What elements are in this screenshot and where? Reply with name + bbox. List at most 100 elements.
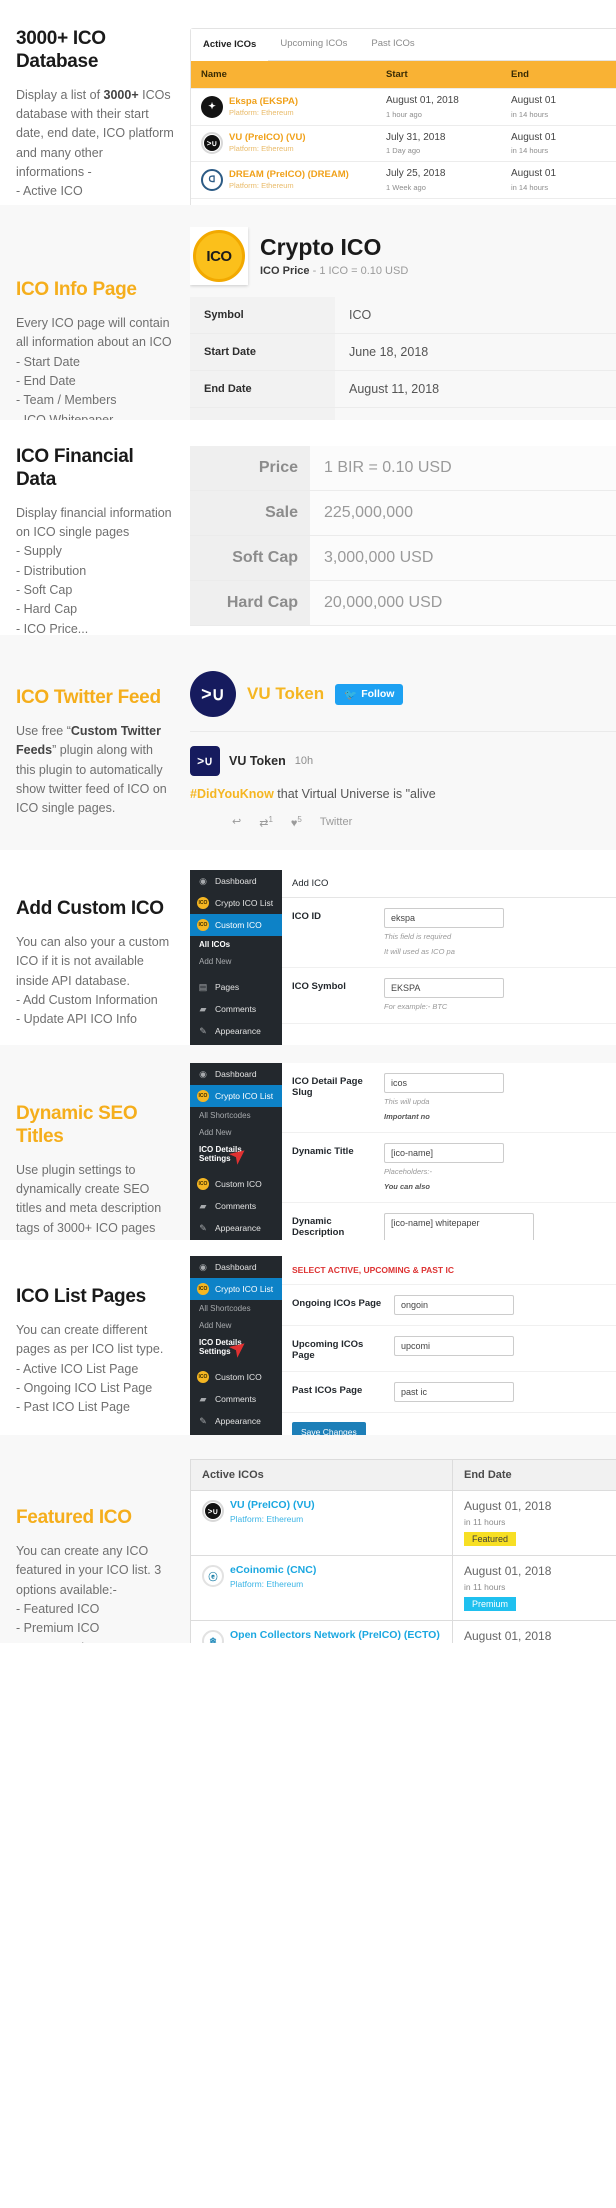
table-header-row: Name Start End: [191, 61, 616, 89]
retweet-action[interactable]: ⇄1: [259, 815, 273, 830]
field-label: ICO ID: [292, 911, 322, 922]
coin-name[interactable]: VU (PreICO) (VU): [230, 1499, 315, 1512]
table-row[interactable]: ᗡ DREAM (PreICO) (DREAM) Platform: Ethereu…: [191, 161, 616, 198]
twitter-hashtag[interactable]: #DidYouKnow: [190, 787, 274, 801]
sidebar-item-label: Appearance: [215, 1416, 261, 1426]
sidebar-item-comments[interactable]: ▰ Comments: [190, 1388, 282, 1410]
sidebar-item-label: Appearance: [215, 1223, 261, 1233]
coin-name[interactable]: Open Collectors Network (PreICO) (ECTO): [230, 1629, 440, 1642]
section-ico-info-page: ICO Info Page Every ICO page will contai…: [0, 205, 616, 420]
sidebar-item-crypto-ico-list[interactable]: ICO Crypto ICO List: [190, 1278, 282, 1300]
sidebar-item-label: Comments: [215, 1201, 257, 1211]
sidebar-item-appearance[interactable]: ✎ Appearance: [190, 1410, 282, 1432]
sidebar-item-label: Crypto ICO List: [215, 1091, 274, 1101]
field-hint-2: You can also: [384, 1182, 610, 1193]
save-changes-button[interactable]: Save Changes: [292, 1422, 366, 1435]
sidebar-subitem-all-icos[interactable]: All ICOs: [190, 936, 282, 953]
sidebar-subitem-add-new[interactable]: Add New: [190, 1124, 282, 1141]
dynamic-title-input[interactable]: [ico-name]: [384, 1143, 504, 1163]
list-pages-text-column: ICO List Pages You can create different …: [0, 1256, 190, 1418]
start-relative: 1 Week ago: [386, 182, 426, 192]
ico-badge-icon: ICO: [197, 897, 209, 909]
dashboard-icon: ◉: [199, 1068, 207, 1079]
featured-text-column: Featured ICO You can create any ICO feat…: [0, 1459, 190, 1643]
sidebar-item-dashboard[interactable]: ◉ Dashboard: [190, 870, 282, 892]
red-arrow-icon: ➤: [225, 1335, 251, 1362]
financial-value: 1 BIR = 0.10 USD: [310, 446, 616, 491]
coin-name[interactable]: DREAM (PreICO) (DREAM): [229, 169, 349, 181]
ico-symbol-input[interactable]: EKSPA: [384, 978, 504, 998]
sidebar-item-crypto-ico-list[interactable]: ICO Crypto ICO List: [190, 1085, 282, 1107]
column-end-date: End Date: [452, 1459, 616, 1491]
ico-logo-text: ICO: [193, 230, 245, 282]
sidebar-item-crypto-ico-list[interactable]: ICO Crypto ICO List: [190, 892, 282, 914]
field-label: Upcoming ICOs Page: [292, 1339, 364, 1361]
upcoming-icos-page-select[interactable]: upcomi: [394, 1336, 514, 1356]
table-row[interactable]: ✦ Ekspa (EKSPA) Platform: Ethereum August …: [191, 88, 616, 125]
wp-content-panel: Add ICO ICO ID ekspa This field is requi…: [282, 870, 616, 1045]
dynamic-description-input[interactable]: [ico-name] whitepaper: [384, 1213, 534, 1240]
like-action[interactable]: ♥5: [291, 815, 302, 830]
wp-sidebar: ◉ Dashboard ICO Crypto ICO List All Shortc…: [190, 1063, 282, 1240]
wp-sidebar: ◉ Dashboard ICO Crypto ICO List All Shortc…: [190, 1256, 282, 1435]
vu-token-avatar-icon: >∪: [190, 671, 236, 717]
table-row[interactable]: >∪ VU (PreICO) (VU) Platform: Ethereum Aug…: [190, 1490, 616, 1556]
sidebar-item-appearance[interactable]: ✎ Appearance: [190, 1020, 282, 1042]
tab-active-icos[interactable]: Active ICOs: [191, 30, 269, 61]
sidebar-item-comments[interactable]: ▰ Comments: [190, 1195, 282, 1217]
sidebar-subitem-ico-details-settings[interactable]: ICO Details Settings➤: [190, 1141, 282, 1168]
twitter-post-user[interactable]: VU Token: [229, 754, 286, 768]
sidebar-item-dashboard[interactable]: ◉ Dashboard: [190, 1256, 282, 1278]
vu-logo-icon: >∪: [202, 1500, 224, 1523]
desc-pre: Use free “: [16, 723, 71, 738]
coin-name[interactable]: Ekspa (EKSPA): [229, 96, 298, 108]
add-custom-text-column: Add Custom ICO You can also your a custo…: [0, 870, 190, 1030]
end-relative: in 11 hours: [464, 1582, 506, 1592]
past-icos-page-select[interactable]: past ic: [394, 1382, 514, 1402]
table-row[interactable]: SSquarex (PreICO) (SQEX)Platform: Ethere…: [191, 197, 616, 205]
ico-detail-page-slug-input[interactable]: icos: [384, 1073, 504, 1093]
table-row[interactable]: ❄ Open Collectors Network (PreICO) (ECTO)…: [190, 1620, 616, 1643]
ongoing-icos-page-select[interactable]: ongoin: [394, 1295, 514, 1315]
twitter-account-name[interactable]: VU Token: [247, 684, 324, 704]
sidebar-subitem-add-new[interactable]: Add New: [190, 1317, 282, 1334]
table-row[interactable]: >∪ VU (PreICO) (VU) Platform: Ethereum Jul…: [191, 124, 616, 162]
sidebar-item-dashboard[interactable]: ◉ Dashboard: [190, 1063, 282, 1085]
sidebar-item-appearance[interactable]: ✎ Appearance: [190, 1217, 282, 1239]
ekspa-logo-icon: ✦: [201, 95, 223, 118]
sidebar-item-comments[interactable]: ▰ Comments: [190, 998, 282, 1020]
sidebar-item-custom-ico[interactable]: ICO Custom ICO: [190, 914, 282, 936]
coin-name[interactable]: eCoinomic (CNC): [230, 1564, 316, 1577]
seo-preview-column: ◉ Dashboard ICO Crypto ICO List All Shortc…: [190, 1063, 616, 1240]
spec-label: Platform: [190, 407, 335, 420]
sidebar-subitem-all-shortcodes[interactable]: All Shortcodes: [190, 1300, 282, 1317]
coin-platform: Platform: Ethereum: [229, 144, 294, 154]
end-relative: in 14 hours: [511, 182, 549, 192]
twitter-follow-button[interactable]: 🐦 Follow: [335, 683, 404, 705]
sidebar-item-custom-ico[interactable]: ICO Custom ICO: [190, 1173, 282, 1195]
sidebar-subitem-add-new[interactable]: Add New: [190, 953, 282, 970]
spec-row: End Date August 11, 2018: [190, 370, 616, 408]
database-description: Display a list of 3000+ ICOs database wi…: [16, 86, 174, 183]
field-past-icos-page: Past ICOs Page past ic: [282, 1372, 616, 1413]
table-row[interactable]: ⓔ eCoinomic (CNC) Platform: Ethereum Augus…: [190, 1555, 616, 1621]
coin-name[interactable]: VU (PreICO) (VU): [229, 132, 306, 144]
bullet-hard-cap: - Hard Cap: [16, 602, 78, 617]
ico-id-input[interactable]: ekspa: [384, 908, 504, 928]
ico-badge-icon: ICO: [197, 919, 209, 931]
sidebar-subitem-ico-details-settings[interactable]: ICO Details Settings➤: [190, 1334, 282, 1362]
field-label: ICO Symbol: [292, 981, 346, 992]
sidebar-item-custom-ico[interactable]: ICO Custom ICO: [190, 1366, 282, 1388]
sidebar-item-label: Pages: [215, 982, 240, 992]
appearance-icon: ✎: [199, 1415, 207, 1426]
tab-past-icos[interactable]: Past ICOs: [359, 29, 426, 60]
reply-icon[interactable]: ↩: [232, 815, 241, 828]
tab-upcoming-icos[interactable]: Upcoming ICOs: [268, 29, 359, 60]
sidebar-subitem-all-shortcodes[interactable]: All Shortcodes: [190, 1107, 282, 1124]
page-title: ICO List Pages: [16, 1286, 146, 1307]
bullet-premium-ico: - Premium ICO: [16, 1621, 100, 1636]
page-title: Add Custom ICO: [16, 898, 164, 919]
status-badge: Premium: [464, 1597, 517, 1611]
financial-label: Price: [190, 446, 310, 491]
sidebar-item-pages[interactable]: ▤ Pages: [190, 976, 282, 998]
